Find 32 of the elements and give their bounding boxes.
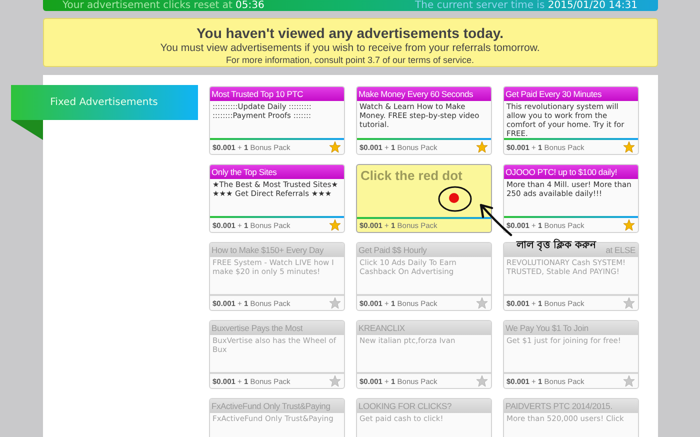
notice-title: You haven't viewed any advertisements today. xyxy=(195,25,505,42)
ad-title: KREANCLIX xyxy=(356,321,490,335)
ad-title: Get Paid Every 30 Minutes xyxy=(504,87,638,101)
star-icon[interactable] xyxy=(622,219,634,231)
star-icon[interactable] xyxy=(622,141,634,153)
star-icon[interactable] xyxy=(328,141,340,153)
notice-text: For more information, consult point 3.7 of our terms of service. xyxy=(224,55,476,66)
target-dot-drawing[interactable] xyxy=(436,185,472,213)
star-icon[interactable] xyxy=(476,297,488,309)
ribbon-fold-icon xyxy=(10,120,42,140)
star-icon[interactable] xyxy=(622,375,634,387)
ad-title: LOOKING FOR CLICKS? xyxy=(356,399,490,413)
ad-title: We Pay You $1 To Join xyxy=(504,321,638,335)
notice-text: You must view advertisements if you wish to receive from your referrals tomorrow. xyxy=(159,42,541,55)
ad-title: Make Money Every 60 Seconds xyxy=(356,87,490,101)
ad-title: FxActiveFund Only Trust&Paying xyxy=(210,399,344,413)
ad-title: Get Paid $$ Hourly xyxy=(356,243,490,257)
ad-title: Click the red dot xyxy=(360,167,464,183)
star-icon[interactable] xyxy=(328,219,340,231)
ad-title: OJOOO PTC! up to $100 daily! xyxy=(504,165,638,179)
ad-title: Most Trusted Top 10 PTC xyxy=(210,87,344,101)
ad-title: Buxvertise Pays the Most xyxy=(210,321,344,335)
star-icon[interactable] xyxy=(328,297,340,309)
ad-title: PAIDVERTS PTC 2014/2015. xyxy=(504,399,638,413)
star-icon[interactable] xyxy=(622,297,634,309)
server-time-text: The current server time is 2015/01/20 14:31 xyxy=(415,0,638,11)
reset-time-text: Your advertisement clicks reset at 05:36 xyxy=(62,0,264,11)
star-icon[interactable] xyxy=(476,141,488,153)
ad-title: How to Make $150+ Every Day xyxy=(210,243,344,257)
star-icon[interactable] xyxy=(476,375,488,387)
star-icon[interactable] xyxy=(328,375,340,387)
ad-title: Only the Top Sites xyxy=(210,165,344,179)
